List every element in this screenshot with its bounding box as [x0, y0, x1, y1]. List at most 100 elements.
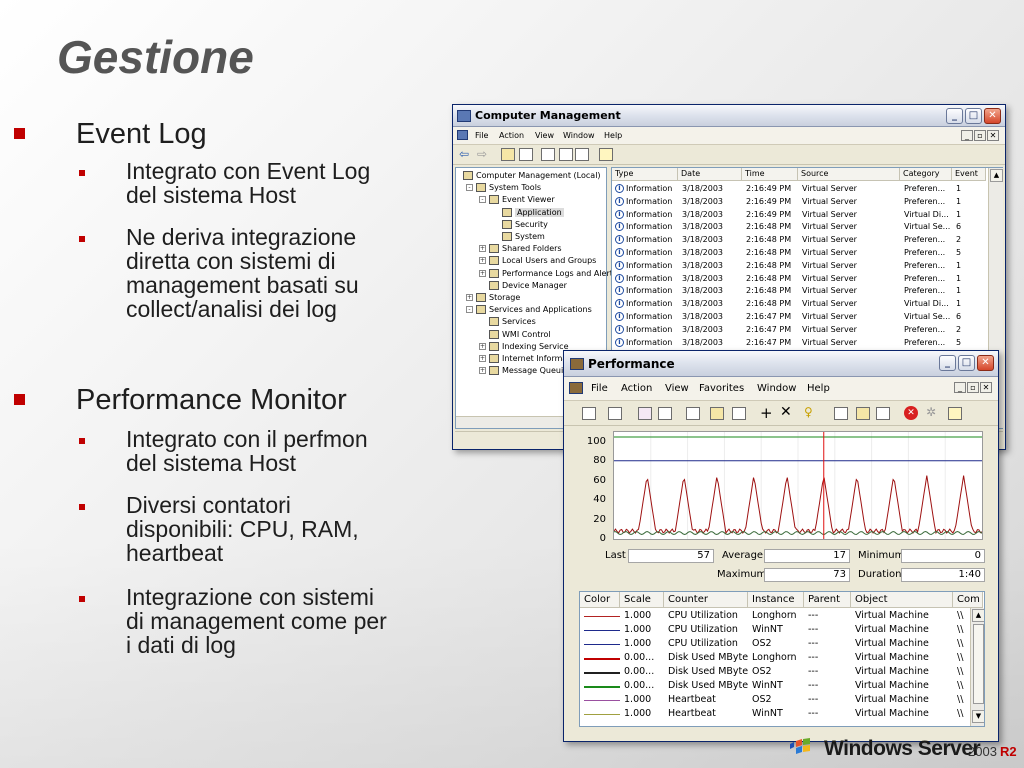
performance-titlebar[interactable]: Performance _ □ ✕	[564, 351, 998, 377]
counter-cell[interactable]: 1.000	[624, 694, 664, 705]
counter-column-header[interactable]: Com	[953, 592, 983, 608]
counter-cell[interactable]: 1.000	[624, 624, 664, 635]
delete-icon[interactable]: ✕	[780, 404, 792, 420]
counter-cell[interactable]: Heartbeat	[668, 708, 748, 719]
counter-cell[interactable]: ---	[808, 680, 851, 691]
counter-cell[interactable]: 1.000	[624, 708, 664, 719]
counter-cell[interactable]: 1.000	[624, 638, 664, 649]
tree-item[interactable]: System	[515, 232, 545, 241]
help-icon[interactable]	[948, 407, 962, 420]
tree-item[interactable]: Indexing Service	[502, 342, 569, 351]
counter-column-header[interactable]: Object	[851, 592, 953, 608]
forward-arrow-icon[interactable]: ⇨	[477, 147, 487, 161]
tree-item[interactable]: Event Viewer	[502, 195, 555, 204]
scroll-thumb[interactable]	[973, 624, 984, 704]
minimize-button[interactable]: _	[939, 355, 956, 371]
counter-cell[interactable]: OS2	[752, 638, 804, 649]
show-tree-icon[interactable]	[519, 148, 533, 161]
tree-item[interactable]: WMI Control	[502, 330, 551, 339]
counter-cell[interactable]: 1.000	[624, 610, 664, 621]
performance-window[interactable]: Performance _ □ ✕ File Action View Favorite…	[563, 350, 999, 742]
menu-file[interactable]: File	[475, 131, 488, 140]
new-counter-set-icon[interactable]	[582, 407, 596, 420]
collapse-icon[interactable]: -	[466, 184, 473, 192]
tree-item[interactable]: Internet Informa	[502, 354, 567, 363]
counter-column-header[interactable]: Instance	[748, 592, 804, 608]
menu-window[interactable]: Window	[757, 383, 796, 394]
counter-cell[interactable]: CPU Utilization	[668, 638, 748, 649]
menu-window[interactable]: Window	[563, 131, 595, 140]
counter-cell[interactable]: CPU Utilization	[668, 610, 748, 621]
counter-cell[interactable]: Disk Used MBytes	[668, 666, 748, 677]
expand-icon[interactable]: +	[479, 269, 486, 277]
counter-column-header[interactable]: Color	[580, 592, 620, 608]
counter-cell[interactable]: WinNT	[752, 680, 804, 691]
add-icon[interactable]: +	[760, 404, 773, 422]
counter-cell[interactable]: 0.00...	[624, 680, 664, 691]
close-button[interactable]: ✕	[984, 108, 1001, 124]
counter-cell[interactable]: ---	[808, 708, 851, 719]
counter-cell[interactable]: Virtual Machine	[855, 694, 953, 705]
update-data-icon[interactable]: ✲	[926, 405, 936, 419]
properties-icon[interactable]	[876, 407, 890, 420]
counter-cell[interactable]: Virtual Machine	[855, 652, 953, 663]
counter-cell[interactable]: CPU Utilization	[668, 624, 748, 635]
scroll-up-button[interactable]: ▲	[990, 169, 1003, 182]
counter-cell[interactable]: ---	[808, 638, 851, 649]
counter-cell[interactable]: Virtual Machine	[855, 666, 953, 677]
counter-cell[interactable]: OS2	[752, 694, 804, 705]
tree-item[interactable]: Application	[515, 207, 564, 217]
collapse-icon[interactable]: -	[479, 196, 486, 204]
counter-cell[interactable]: Virtual Machine	[855, 610, 953, 621]
column-header[interactable]: Source	[798, 168, 900, 181]
menu-view[interactable]: View	[665, 383, 689, 394]
close-button[interactable]: ✕	[977, 355, 994, 371]
view-current-activity-icon[interactable]	[638, 407, 652, 420]
export-icon[interactable]	[575, 148, 589, 161]
mdi-minimize-button[interactable]: _	[961, 130, 973, 141]
computer-management-titlebar[interactable]: Computer Management _ □ ✕	[453, 105, 1005, 127]
counter-cell[interactable]: Longhorn	[752, 652, 804, 663]
counter-cell[interactable]: Longhorn	[752, 610, 804, 621]
copy-properties-icon[interactable]	[834, 407, 848, 420]
counter-table-scrollbar[interactable]: ▲ ▼	[970, 608, 984, 726]
counter-column-header[interactable]: Scale	[620, 592, 664, 608]
counter-cell[interactable]: Virtual Machine	[855, 624, 953, 635]
counter-cell[interactable]: Virtual Machine	[855, 680, 953, 691]
expand-icon[interactable]: +	[466, 294, 473, 301]
collapse-icon[interactable]: -	[466, 306, 473, 314]
column-header[interactable]: Date	[678, 168, 742, 181]
view-graph-icon[interactable]	[686, 407, 700, 420]
counter-cell[interactable]: ---	[808, 610, 851, 621]
tree-item[interactable]: Message Queuin	[502, 366, 568, 375]
tree-item[interactable]: Local Users and Groups	[502, 256, 596, 265]
counter-cell[interactable]: 0.00...	[624, 666, 664, 677]
menu-action[interactable]: Action	[621, 383, 652, 394]
view-histogram-icon[interactable]	[710, 407, 724, 420]
menu-help[interactable]: Help	[807, 383, 830, 394]
counter-cell[interactable]: ---	[808, 694, 851, 705]
counter-column-header[interactable]: Counter	[664, 592, 748, 608]
tree-item[interactable]: System Tools	[489, 183, 541, 192]
tree-item[interactable]: Storage	[489, 293, 520, 302]
tree-item[interactable]: Security	[515, 220, 548, 229]
view-log-data-icon[interactable]	[658, 407, 672, 420]
menu-help[interactable]: Help	[604, 131, 622, 140]
menu-file[interactable]: File	[591, 383, 608, 394]
minimize-button[interactable]: _	[946, 108, 963, 124]
mdi-close-button[interactable]: ✕	[987, 130, 999, 141]
counter-cell[interactable]: Disk Used MBytes	[668, 680, 748, 691]
scroll-up-button[interactable]: ▲	[972, 609, 984, 622]
tree-item[interactable]: Services and Applications	[489, 305, 592, 314]
column-header[interactable]: Type	[612, 168, 678, 181]
expand-icon[interactable]: +	[479, 342, 486, 350]
expand-icon[interactable]: +	[479, 355, 486, 362]
tree-item[interactable]: Services	[502, 317, 536, 326]
view-report-icon[interactable]	[732, 407, 746, 420]
properties-icon[interactable]	[541, 148, 555, 161]
expand-icon[interactable]: +	[479, 257, 486, 265]
counter-cell[interactable]: OS2	[752, 666, 804, 677]
counter-table[interactable]: Color Scale Counter Instance Parent Object Com…	[579, 591, 985, 727]
maximize-button[interactable]: □	[965, 108, 982, 124]
counter-cell[interactable]: ---	[808, 652, 851, 663]
